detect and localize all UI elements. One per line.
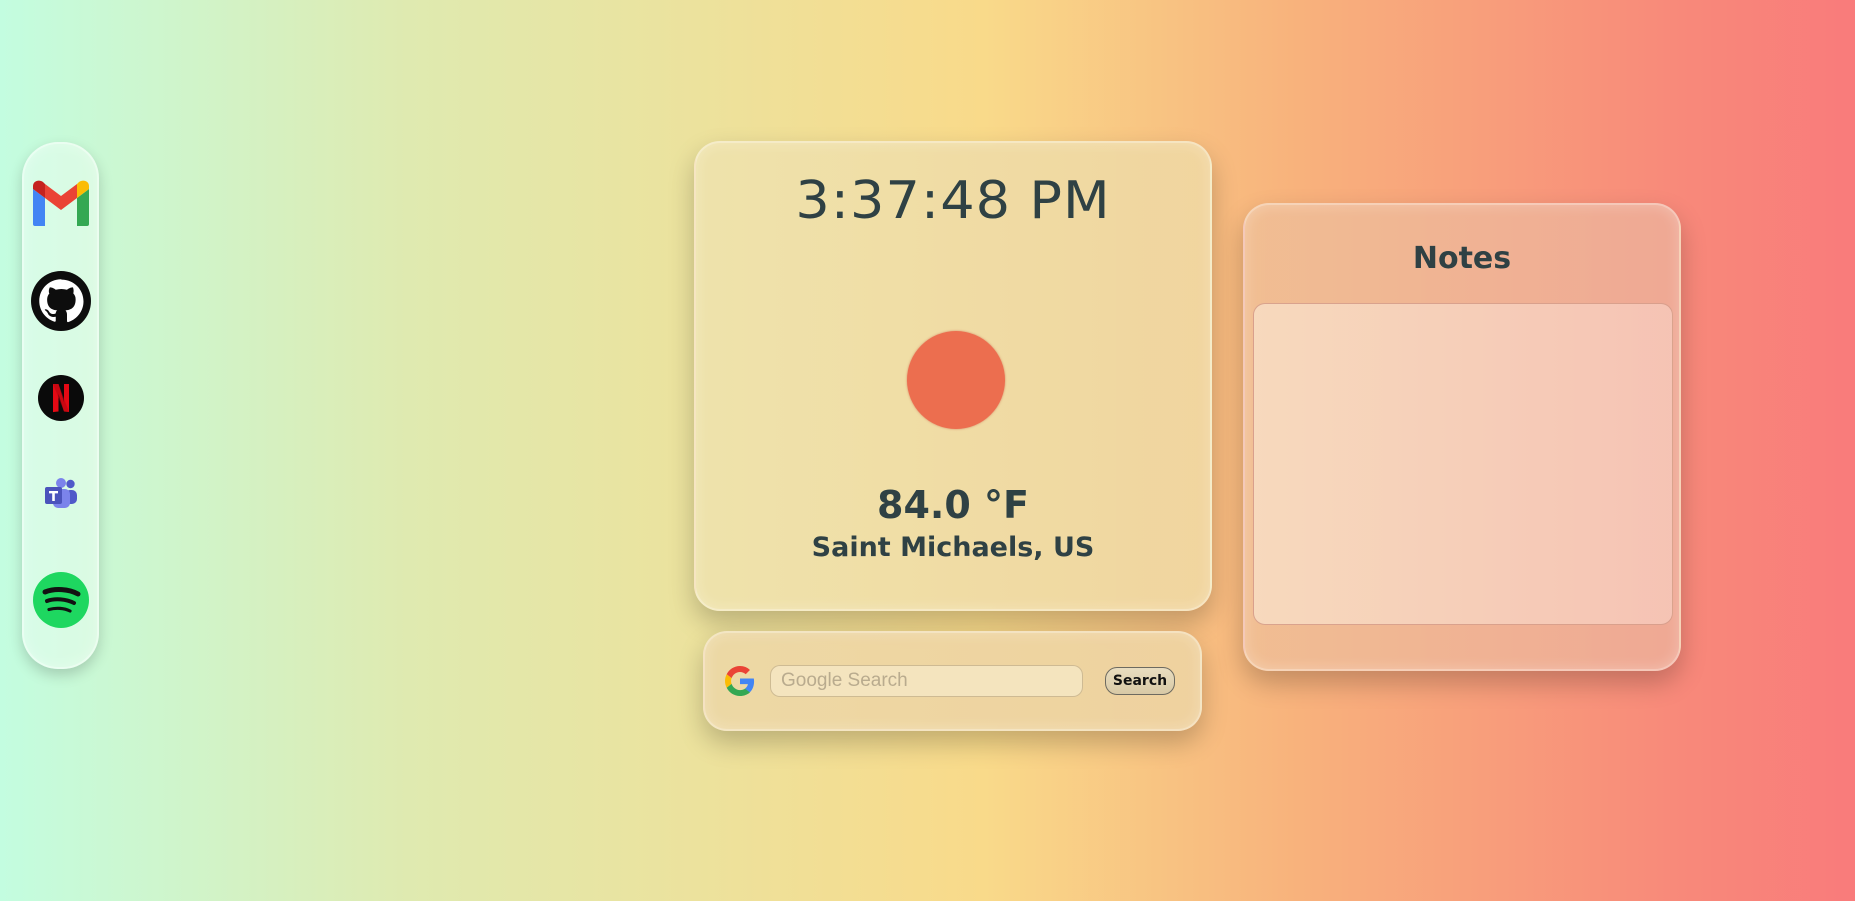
github-icon <box>30 271 91 331</box>
notes-textarea[interactable] <box>1253 303 1673 625</box>
notes-title: Notes <box>1412 241 1512 276</box>
notes-widget: Notes <box>1243 203 1681 671</box>
gmail-icon <box>32 180 89 226</box>
spotify-link[interactable] <box>32 572 89 628</box>
location: Saint Michaels, US <box>811 532 1095 563</box>
netflix-icon <box>37 375 84 421</box>
temperature: 84.0 °F <box>877 483 1029 527</box>
spotify-icon <box>32 572 89 628</box>
github-link[interactable] <box>30 271 91 331</box>
search-widget: Search <box>703 631 1202 731</box>
sun-icon <box>907 331 1005 429</box>
search-button[interactable]: Search <box>1105 667 1175 695</box>
gmail-link[interactable] <box>31 180 91 226</box>
netflix-link[interactable] <box>37 375 84 421</box>
google-icon <box>725 666 755 696</box>
clock-time: 3:37:48 PM <box>795 171 1111 231</box>
app-dock <box>22 142 99 669</box>
search-input[interactable] <box>770 665 1083 697</box>
teams-link[interactable] <box>43 477 79 511</box>
clock-weather-widget: 3:37:48 PM 84.0 °F Saint Michaels, US <box>694 141 1212 611</box>
teams-icon <box>44 478 77 508</box>
